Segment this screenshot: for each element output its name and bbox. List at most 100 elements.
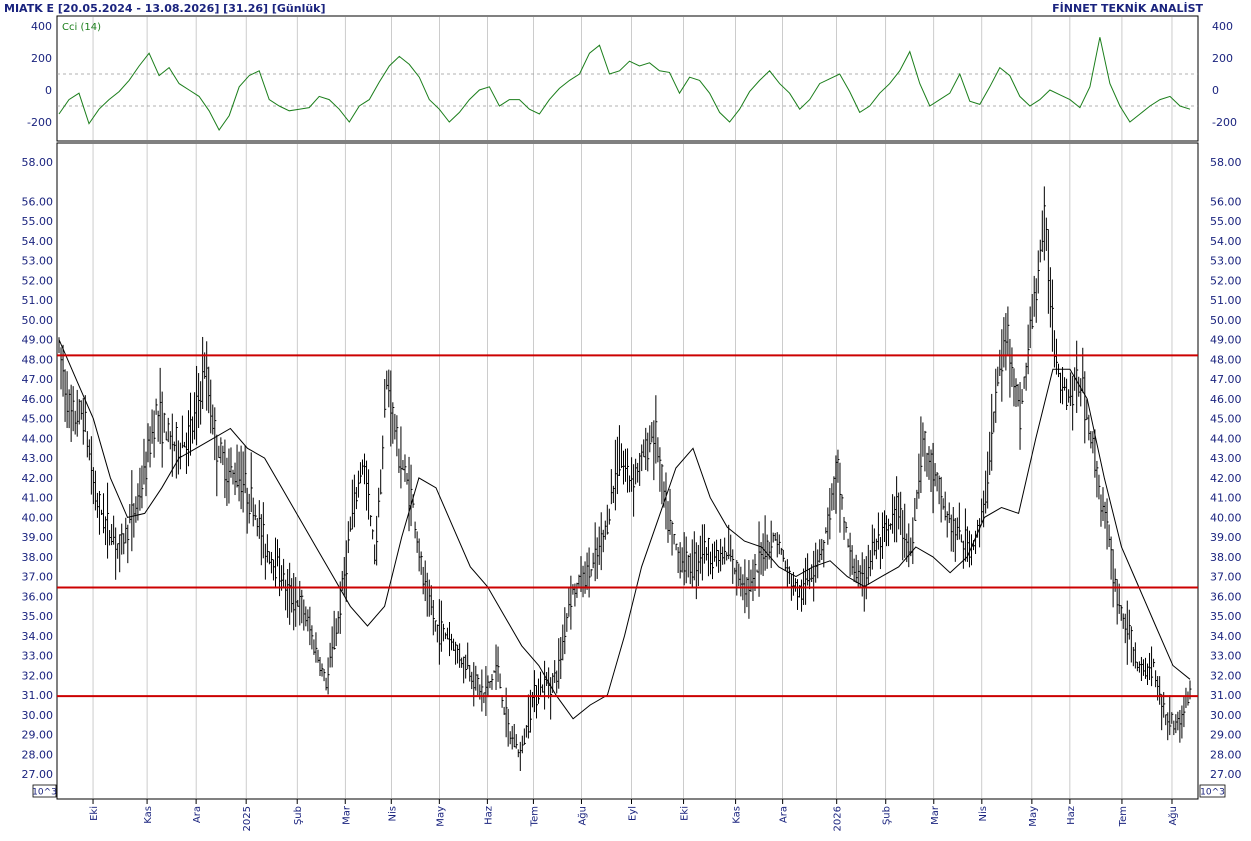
x-axis-ticks: Eki Kas Ara 2025 Şub Mar Nis May Haz Tem Ağu Eyl Eki…	[89, 799, 1179, 831]
price-bars	[58, 186, 1192, 772]
unit-label-right: 10^3	[1200, 788, 1225, 798]
unit-labels: 10^3 10^3	[32, 784, 1226, 798]
cci-tick-left: 0	[45, 84, 52, 97]
price-tick-left: 33.00	[22, 650, 54, 663]
x-tick-label: 2026	[833, 806, 844, 831]
price-tick-right: 47.00	[1210, 373, 1242, 386]
price-tick-right: 27.00	[1210, 768, 1242, 781]
x-tick-label: May	[435, 806, 446, 827]
price-tick-right: 28.00	[1210, 748, 1242, 761]
price-tick-left: 49.00	[22, 334, 54, 347]
x-tick-label: Kas	[143, 806, 154, 824]
cci-series	[58, 37, 1191, 131]
price-tick-right: 41.00	[1210, 492, 1242, 505]
price-tick-left: 44.00	[22, 432, 54, 445]
price-tick-right: 48.00	[1210, 353, 1242, 366]
price-tick-left: 31.00	[22, 689, 54, 702]
price-tick-right: 58.00	[1210, 156, 1242, 169]
x-tick-label: Nis	[978, 806, 989, 821]
price-tick-right: 43.00	[1210, 452, 1242, 465]
chart-window: MIATK E [20.05.2024 - 13.08.2026] [31.26…	[0, 0, 1251, 841]
price-tick-right: 40.00	[1210, 511, 1242, 524]
x-tick-label: Tem	[529, 806, 540, 827]
price-tick-left: 41.00	[22, 492, 54, 505]
price-tick-left: 43.00	[22, 452, 54, 465]
price-tick-left: 42.00	[22, 472, 54, 485]
x-tick-label: Şub	[293, 806, 304, 825]
price-tick-right: 31.00	[1210, 689, 1242, 702]
price-tick-left: 37.00	[22, 571, 54, 584]
price-tick-left: 47.00	[22, 373, 54, 386]
x-tick-label: Eki	[89, 806, 100, 821]
x-tick-label: Haz	[483, 806, 494, 825]
support-resistance-levels	[57, 354, 1198, 698]
x-tick-label: Ara	[779, 806, 790, 823]
price-tick-right: 45.00	[1210, 413, 1242, 426]
price-tick-left: 56.00	[22, 195, 54, 208]
price-tick-right: 55.00	[1210, 215, 1242, 228]
x-tick-label: May	[1028, 806, 1039, 827]
x-tick-label: Ara	[192, 806, 203, 823]
x-tick-label: Haz	[1066, 806, 1077, 825]
price-tick-right: 44.00	[1210, 432, 1242, 445]
price-tick-left: 52.00	[22, 274, 54, 287]
price-tick-left: 50.00	[22, 314, 54, 327]
price-tick-right: 50.00	[1210, 314, 1242, 327]
price-tick-left: 51.00	[22, 294, 54, 307]
x-tick-label: Ağu	[576, 806, 588, 826]
price-panel: 58.00 58.00 56.00 56.00 55.00 55.00 54.00 54.00…	[22, 142, 1242, 831]
price-tick-left: 40.00	[22, 511, 54, 524]
cci-line	[58, 37, 1191, 131]
price-tick-right: 39.00	[1210, 531, 1242, 544]
price-tick-right: 30.00	[1210, 709, 1242, 722]
price-tick-left: 36.00	[22, 590, 54, 603]
x-tick-label: Eki	[680, 806, 691, 821]
price-tick-right: 29.00	[1210, 729, 1242, 742]
price-tick-left: 46.00	[22, 393, 54, 406]
x-tick-label: Mar	[341, 805, 352, 825]
price-tick-left: 32.00	[22, 669, 54, 682]
x-tick-label: Kas	[732, 806, 743, 824]
price-tick-left: 53.00	[22, 255, 54, 268]
price-tick-left: 39.00	[22, 531, 54, 544]
price-tick-left: 54.00	[22, 235, 54, 248]
x-tick-label: Mar	[930, 805, 941, 825]
cci-tick-left: 400	[31, 20, 52, 33]
x-tick-label: Ağu	[1167, 806, 1179, 826]
cci-tick-right: 200	[1212, 52, 1233, 65]
price-tick-left: 35.00	[22, 610, 54, 623]
price-tick-left: 45.00	[22, 413, 54, 426]
price-tick-right: 56.00	[1210, 195, 1242, 208]
price-tick-right: 51.00	[1210, 294, 1242, 307]
price-tick-right: 46.00	[1210, 393, 1242, 406]
price-tick-left: 29.00	[22, 729, 54, 742]
price-tick-left: 48.00	[22, 353, 54, 366]
cci-tick-right: 400	[1212, 20, 1233, 33]
price-tick-left: 30.00	[22, 709, 54, 722]
price-tick-right: 37.00	[1210, 571, 1242, 584]
price-tick-right: 36.00	[1210, 590, 1242, 603]
price-tick-right: 38.00	[1210, 551, 1242, 564]
price-tick-right: 34.00	[1210, 630, 1242, 643]
x-tick-label: Şub	[882, 806, 893, 825]
cci-legend: Cci (14)	[62, 22, 101, 33]
x-tick-label: 2025	[242, 806, 253, 831]
price-tick-left: 27.00	[22, 768, 54, 781]
price-tick-right: 35.00	[1210, 610, 1242, 623]
price-tick-right: 52.00	[1210, 274, 1242, 287]
unit-label-left: 10^3	[32, 788, 57, 798]
x-tick-label: Tem	[1118, 806, 1129, 827]
x-tick-label: Nis	[387, 806, 398, 821]
cci-axis-ticks: 400 400 200 200 0 0 -200 -200	[27, 20, 1237, 129]
price-tick-right: 33.00	[1210, 650, 1242, 663]
price-tick-left: 34.00	[22, 630, 54, 643]
price-tick-left: 55.00	[22, 215, 54, 228]
cci-border	[56, 15, 1199, 142]
cci-frame	[56, 15, 1199, 142]
price-tick-right: 32.00	[1210, 669, 1242, 682]
price-tick-right: 42.00	[1210, 472, 1242, 485]
price-tick-right: 49.00	[1210, 334, 1242, 347]
price-tick-left: 28.00	[22, 748, 54, 761]
price-tick-left: 38.00	[22, 551, 54, 564]
cci-tick-left: 200	[31, 52, 52, 65]
